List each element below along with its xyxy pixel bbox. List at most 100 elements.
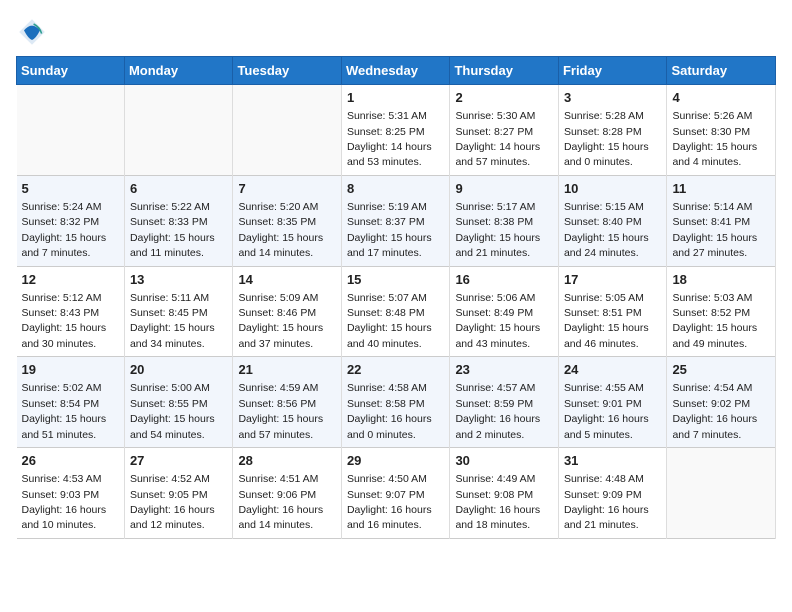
day-info: Sunrise: 4:50 AM Sunset: 9:07 PM Dayligh… <box>347 473 432 531</box>
calendar-cell: 7 Sunrise: 5:20 AM Sunset: 8:35 PM Daylig… <box>233 175 342 266</box>
week-row-5: 26 Sunrise: 4:53 AM Sunset: 9:03 PM Dayli… <box>17 448 776 539</box>
day-number: 3 <box>564 89 662 107</box>
day-number: 16 <box>455 271 553 289</box>
week-row-2: 5 Sunrise: 5:24 AM Sunset: 8:32 PM Daylig… <box>17 175 776 266</box>
day-info: Sunrise: 5:24 AM Sunset: 8:32 PM Dayligh… <box>22 201 107 259</box>
day-info: Sunrise: 4:48 AM Sunset: 9:09 PM Dayligh… <box>564 473 649 531</box>
day-info: Sunrise: 4:51 AM Sunset: 9:06 PM Dayligh… <box>238 473 323 531</box>
day-info: Sunrise: 5:17 AM Sunset: 8:38 PM Dayligh… <box>455 201 540 259</box>
page-header <box>16 16 776 48</box>
day-number: 31 <box>564 452 662 470</box>
day-info: Sunrise: 4:55 AM Sunset: 9:01 PM Dayligh… <box>564 382 649 440</box>
day-number: 29 <box>347 452 445 470</box>
day-header-wednesday: Wednesday <box>341 57 450 85</box>
calendar-cell: 15Sunrise: 5:07 AM Sunset: 8:48 PM Dayli… <box>341 266 450 357</box>
calendar-cell: 14 Sunrise: 5:09 AM Sunset: 8:46 PM Dayli… <box>233 266 342 357</box>
day-info: Sunrise: 4:49 AM Sunset: 9:08 PM Dayligh… <box>455 473 540 531</box>
day-info: Sunrise: 5:14 AM Sunset: 8:41 PM Dayligh… <box>672 201 757 259</box>
day-number: 28 <box>238 452 336 470</box>
calendar-cell: 21 Sunrise: 4:59 AM Sunset: 8:56 PM Dayli… <box>233 357 342 448</box>
logo <box>16 16 52 48</box>
day-info: Sunrise: 4:52 AM Sunset: 9:05 PM Dayligh… <box>130 473 215 531</box>
calendar-cell: 24 Sunrise: 4:55 AM Sunset: 9:01 PM Dayli… <box>558 357 667 448</box>
calendar-cell: 17Sunrise: 5:05 AM Sunset: 8:51 PM Dayli… <box>558 266 667 357</box>
day-number: 12 <box>22 271 119 289</box>
day-number: 17 <box>564 271 662 289</box>
day-number: 4 <box>672 89 770 107</box>
day-number: 6 <box>130 180 228 198</box>
calendar-cell: 30Sunrise: 4:49 AM Sunset: 9:08 PM Dayli… <box>450 448 559 539</box>
calendar-cell: 12 Sunrise: 5:12 AM Sunset: 8:43 PM Dayli… <box>17 266 125 357</box>
calendar-cell: 5 Sunrise: 5:24 AM Sunset: 8:32 PM Daylig… <box>17 175 125 266</box>
day-number: 24 <box>564 361 662 379</box>
day-header-friday: Friday <box>558 57 667 85</box>
day-number: 9 <box>455 180 553 198</box>
calendar-cell: 8 Sunrise: 5:19 AM Sunset: 8:37 PM Daylig… <box>341 175 450 266</box>
day-number: 25 <box>672 361 770 379</box>
calendar-cell <box>233 85 342 176</box>
day-header-saturday: Saturday <box>667 57 776 85</box>
calendar-table: SundayMondayTuesdayWednesdayThursdayFrid… <box>16 56 776 539</box>
calendar-cell: 20 Sunrise: 5:00 AM Sunset: 8:55 PM Dayli… <box>124 357 233 448</box>
day-info: Sunrise: 4:59 AM Sunset: 8:56 PM Dayligh… <box>238 382 323 440</box>
calendar-cell: 28 Sunrise: 4:51 AM Sunset: 9:06 PM Dayli… <box>233 448 342 539</box>
day-info: Sunrise: 4:53 AM Sunset: 9:03 PM Dayligh… <box>22 473 107 531</box>
day-header-tuesday: Tuesday <box>233 57 342 85</box>
day-number: 14 <box>238 271 336 289</box>
day-number: 11 <box>672 180 770 198</box>
calendar-cell: 18Sunrise: 5:03 AM Sunset: 8:52 PM Dayli… <box>667 266 776 357</box>
days-header-row: SundayMondayTuesdayWednesdayThursdayFrid… <box>17 57 776 85</box>
calendar-cell: 10 Sunrise: 5:15 AM Sunset: 8:40 PM Dayli… <box>558 175 667 266</box>
calendar-cell: 9 Sunrise: 5:17 AM Sunset: 8:38 PM Daylig… <box>450 175 559 266</box>
day-number: 27 <box>130 452 228 470</box>
day-header-thursday: Thursday <box>450 57 559 85</box>
logo-icon <box>16 16 48 48</box>
calendar-cell: 22 Sunrise: 4:58 AM Sunset: 8:58 PM Dayli… <box>341 357 450 448</box>
day-number: 1 <box>347 89 445 107</box>
day-info: Sunrise: 5:31 AM Sunset: 8:25 PM Dayligh… <box>347 110 432 168</box>
day-number: 22 <box>347 361 445 379</box>
day-number: 26 <box>22 452 119 470</box>
calendar-cell: 3 Sunrise: 5:28 AM Sunset: 8:28 PM Daylig… <box>558 85 667 176</box>
calendar-cell: 25 Sunrise: 4:54 AM Sunset: 9:02 PM Dayli… <box>667 357 776 448</box>
calendar-cell: 27 Sunrise: 4:52 AM Sunset: 9:05 PM Dayli… <box>124 448 233 539</box>
day-number: 5 <box>22 180 119 198</box>
day-info: Sunrise: 5:03 AM Sunset: 8:52 PM Dayligh… <box>672 292 757 350</box>
calendar-cell: 1 Sunrise: 5:31 AM Sunset: 8:25 PM Daylig… <box>341 85 450 176</box>
day-info: Sunrise: 5:09 AM Sunset: 8:46 PM Dayligh… <box>238 292 323 350</box>
day-info: Sunrise: 5:28 AM Sunset: 8:28 PM Dayligh… <box>564 110 649 168</box>
day-number: 7 <box>238 180 336 198</box>
day-number: 19 <box>22 361 119 379</box>
calendar-cell <box>667 448 776 539</box>
day-info: Sunrise: 5:15 AM Sunset: 8:40 PM Dayligh… <box>564 201 649 259</box>
calendar-cell <box>124 85 233 176</box>
calendar-cell: 19 Sunrise: 5:02 AM Sunset: 8:54 PM Dayli… <box>17 357 125 448</box>
day-info: Sunrise: 5:11 AM Sunset: 8:45 PM Dayligh… <box>130 292 215 350</box>
calendar-cell: 11 Sunrise: 5:14 AM Sunset: 8:41 PM Dayli… <box>667 175 776 266</box>
day-number: 13 <box>130 271 228 289</box>
week-row-1: 1 Sunrise: 5:31 AM Sunset: 8:25 PM Daylig… <box>17 85 776 176</box>
day-info: Sunrise: 5:26 AM Sunset: 8:30 PM Dayligh… <box>672 110 757 168</box>
day-info: Sunrise: 5:20 AM Sunset: 8:35 PM Dayligh… <box>238 201 323 259</box>
day-number: 10 <box>564 180 662 198</box>
day-header-monday: Monday <box>124 57 233 85</box>
day-info: Sunrise: 5:22 AM Sunset: 8:33 PM Dayligh… <box>130 201 215 259</box>
week-row-4: 19 Sunrise: 5:02 AM Sunset: 8:54 PM Dayli… <box>17 357 776 448</box>
day-info: Sunrise: 4:54 AM Sunset: 9:02 PM Dayligh… <box>672 382 757 440</box>
day-info: Sunrise: 5:06 AM Sunset: 8:49 PM Dayligh… <box>455 292 540 350</box>
day-info: Sunrise: 5:07 AM Sunset: 8:48 PM Dayligh… <box>347 292 432 350</box>
calendar-cell: 23Sunrise: 4:57 AM Sunset: 8:59 PM Dayli… <box>450 357 559 448</box>
calendar-cell: 31 Sunrise: 4:48 AM Sunset: 9:09 PM Dayli… <box>558 448 667 539</box>
day-number: 20 <box>130 361 228 379</box>
calendar-cell: 29 Sunrise: 4:50 AM Sunset: 9:07 PM Dayli… <box>341 448 450 539</box>
day-info: Sunrise: 5:19 AM Sunset: 8:37 PM Dayligh… <box>347 201 432 259</box>
day-info: Sunrise: 5:30 AM Sunset: 8:27 PM Dayligh… <box>455 110 540 168</box>
day-info: Sunrise: 5:00 AM Sunset: 8:55 PM Dayligh… <box>130 382 215 440</box>
day-header-sunday: Sunday <box>17 57 125 85</box>
day-info: Sunrise: 5:12 AM Sunset: 8:43 PM Dayligh… <box>22 292 107 350</box>
day-info: Sunrise: 4:58 AM Sunset: 8:58 PM Dayligh… <box>347 382 432 440</box>
calendar-cell: 16 Sunrise: 5:06 AM Sunset: 8:49 PM Dayli… <box>450 266 559 357</box>
day-info: Sunrise: 5:02 AM Sunset: 8:54 PM Dayligh… <box>22 382 107 440</box>
day-number: 8 <box>347 180 445 198</box>
day-number: 21 <box>238 361 336 379</box>
